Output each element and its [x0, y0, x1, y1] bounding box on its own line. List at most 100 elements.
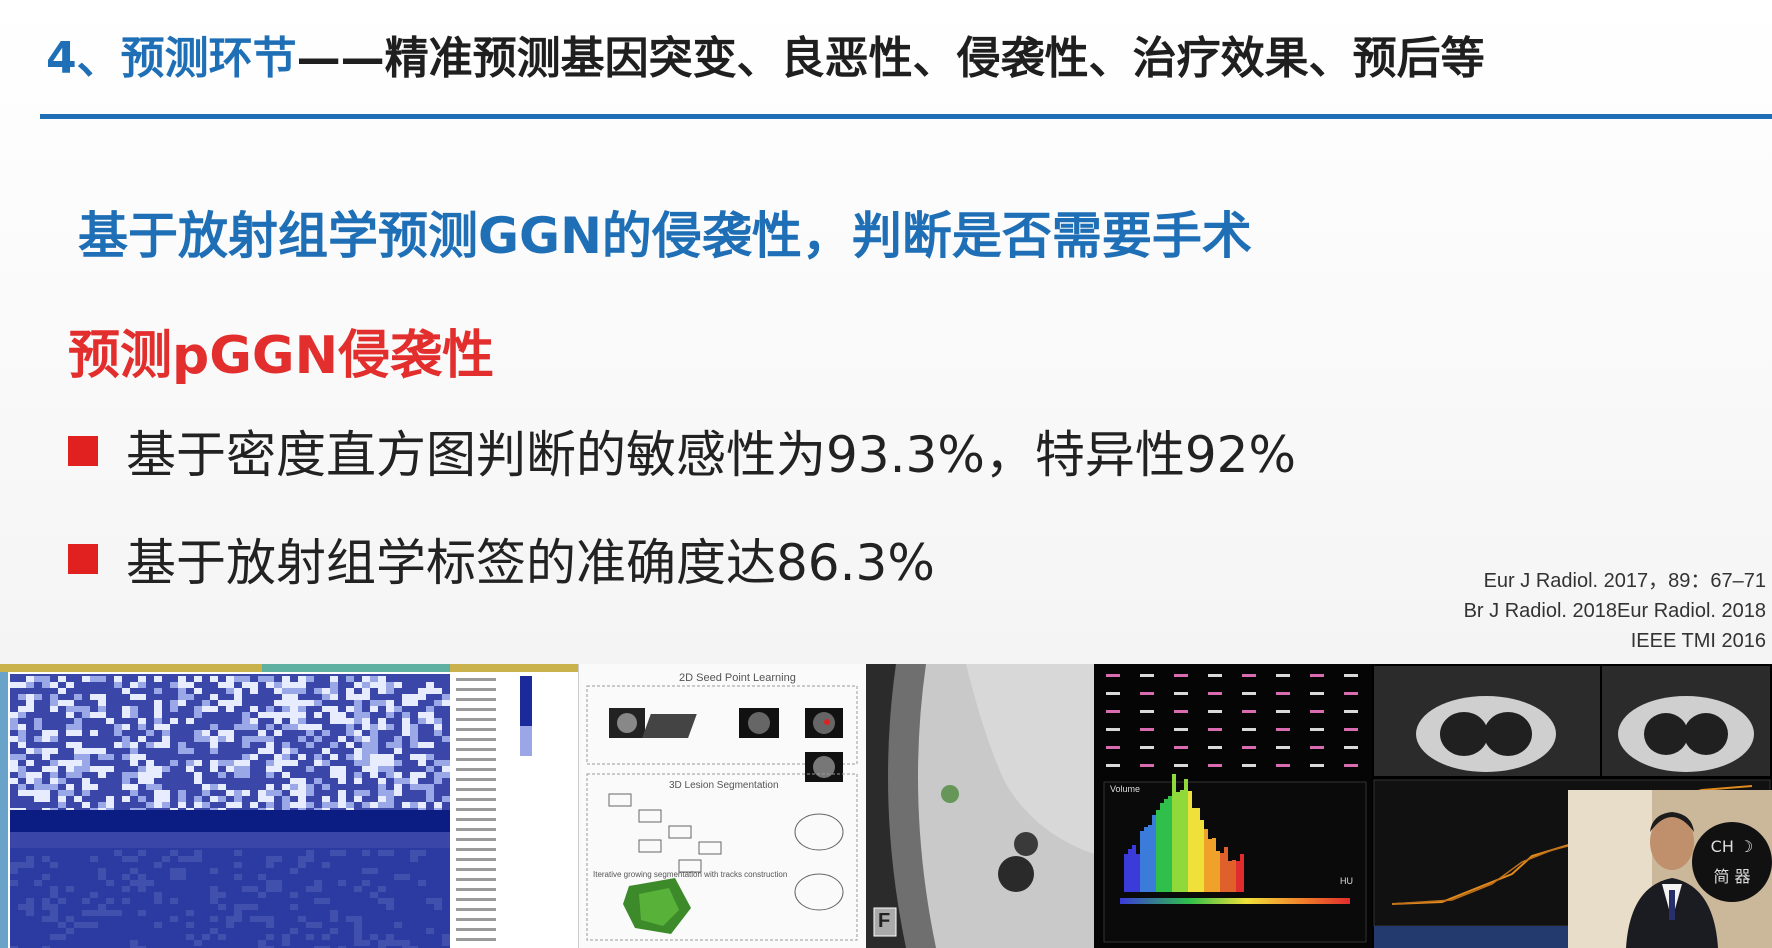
- heatmap-cell: [394, 742, 402, 748]
- histogram-bar: [1180, 790, 1184, 892]
- heatmap-cell: [378, 778, 386, 784]
- heatmap-cell: [338, 778, 346, 784]
- camera-widget-line1: CH ☽: [1710, 837, 1754, 856]
- heatmap-cell: [154, 784, 162, 790]
- heatmap-cell: [226, 706, 234, 712]
- heatmap-cell: [282, 742, 290, 748]
- histogram-table-cell: [1106, 764, 1120, 767]
- heatmap-cell: [410, 694, 418, 700]
- heatmap-cell: [250, 754, 258, 760]
- heatmap-row-label-mark: [456, 848, 496, 851]
- heatmap-cell: [298, 706, 306, 712]
- heatmap-cell: [74, 730, 82, 736]
- histogram-table-cell: [1344, 728, 1358, 731]
- heatmap-cell: [66, 682, 74, 688]
- heatmap-cell: [50, 760, 58, 766]
- heatmap-cell: [298, 676, 306, 682]
- heatmap-cell: [258, 796, 266, 802]
- heatmap-cell: [210, 760, 218, 766]
- heatmap-cell: [258, 790, 266, 796]
- heatmap-cell: [314, 760, 322, 766]
- heatmap-cell: [378, 796, 386, 802]
- heatmap-cell: [146, 742, 154, 748]
- heatmap-cell: [266, 736, 274, 742]
- histogram-title: Volume: [1110, 784, 1141, 794]
- bullet-text: 基于放射组学标签的准确度达86.3%: [126, 534, 935, 592]
- heatmap-cell: [290, 682, 298, 688]
- heatmap-cell: [130, 712, 138, 718]
- heatmap-cell: [194, 676, 202, 682]
- heatmap-cell: [258, 730, 266, 736]
- camera-widget[interactable]: CH ☽ 简 器: [1692, 822, 1772, 902]
- heatmap-cell: [394, 790, 402, 796]
- heatmap-cell: [426, 766, 434, 772]
- heatmap-cell: [250, 688, 258, 694]
- heatmap-cell: [386, 700, 394, 706]
- header-rule: [40, 114, 1772, 119]
- heatmap-cell: [122, 778, 130, 784]
- heatmap-cell: [178, 688, 186, 694]
- heatmap-cell: [274, 688, 282, 694]
- heatmap-cell: [298, 736, 306, 742]
- heatmap-cell: [154, 706, 162, 712]
- histogram-bar: [1184, 779, 1188, 892]
- heatmap-cell: [26, 748, 34, 754]
- histogram-table-cell: [1310, 746, 1324, 749]
- heatmap-cell: [418, 802, 426, 808]
- heatmap-cell: [82, 790, 90, 796]
- heatmap-cell: [274, 712, 282, 718]
- histogram-bar: [1176, 792, 1180, 892]
- heatmap-cell: [418, 712, 426, 718]
- histogram-bar: [1168, 796, 1172, 892]
- heatmap-cell: [58, 802, 66, 808]
- heatmap-cell: [234, 724, 242, 730]
- heatmap-cell: [58, 778, 66, 784]
- histogram-table-cell: [1344, 710, 1358, 713]
- heatmap-cell: [434, 700, 442, 706]
- heatmap-cell: [314, 754, 322, 760]
- heatmap-cell: [290, 694, 298, 700]
- heatmap-cell: [434, 772, 442, 778]
- heatmap-cell: [242, 682, 250, 688]
- heatmap-cell: [354, 790, 362, 796]
- heatmap-cell: [346, 706, 354, 712]
- workflow-caption: Iterative growing segmentation with trac…: [593, 870, 788, 879]
- heatmap-cell: [282, 724, 290, 730]
- heatmap-row-label-mark: [456, 898, 496, 901]
- heatmap-cell: [362, 694, 370, 700]
- heatmap-cell: [250, 802, 258, 808]
- histogram-table-cell: [1310, 728, 1324, 731]
- heatmap-cell: [26, 778, 34, 784]
- heatmap-cell: [42, 754, 50, 760]
- histogram-bar: [1136, 854, 1140, 892]
- heatmap-cell: [82, 754, 90, 760]
- heatmap-cell: [162, 742, 170, 748]
- histogram-table-cell: [1208, 674, 1222, 677]
- heatmap-cell: [362, 724, 370, 730]
- heatmap-cell: [18, 706, 26, 712]
- heatmap-cell: [282, 700, 290, 706]
- heatmap-cell: [330, 802, 338, 808]
- heatmap-cell: [290, 712, 298, 718]
- heatmap-cell: [298, 802, 306, 808]
- heatmap-cell: [18, 712, 26, 718]
- heatmap-cell: [274, 790, 282, 796]
- heatmap-cell: [314, 700, 322, 706]
- heatmap-cell: [298, 790, 306, 796]
- heatmap-cell: [378, 718, 386, 724]
- heatmap-cell: [402, 718, 410, 724]
- heatmap-cell: [202, 736, 210, 742]
- heatmap-cell: [394, 784, 402, 790]
- heatmap-cell: [18, 790, 26, 796]
- histogram-bar: [1220, 853, 1224, 892]
- heatmap-cell: [402, 730, 410, 736]
- heatmap-cell: [322, 760, 330, 766]
- heatmap-cell: [210, 748, 218, 754]
- heatmap-cell: [386, 754, 394, 760]
- heatmap-cell: [122, 742, 130, 748]
- heatmap-cell: [218, 784, 226, 790]
- heatmap-cell: [426, 688, 434, 694]
- heatmap-cell: [354, 778, 362, 784]
- heatmap-cell: [242, 718, 250, 724]
- heatmap-cell: [410, 802, 418, 808]
